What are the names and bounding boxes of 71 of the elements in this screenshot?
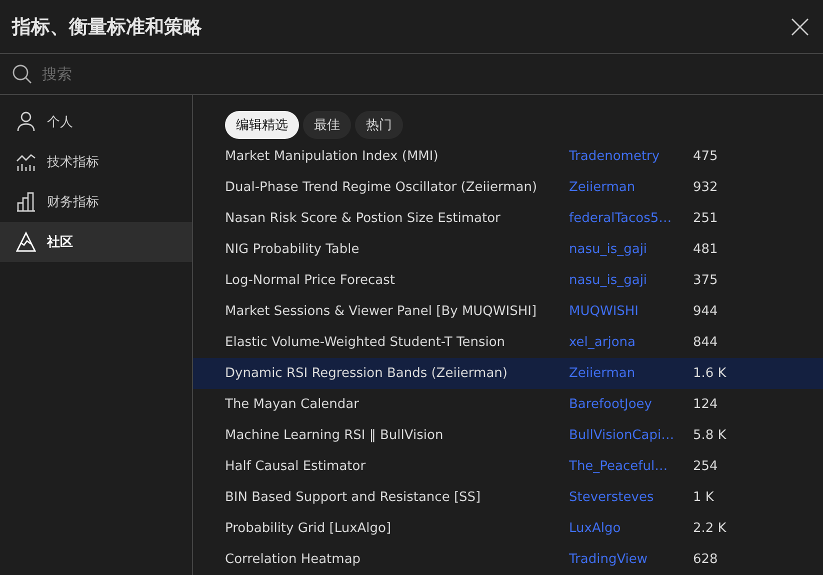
author-link[interactable]: The_Peaceful… <box>569 459 693 474</box>
window-title: 指标、衡量标准和策略 <box>12 14 202 40</box>
script-row[interactable]: NIG Probability Table nasu_is_gaji 481 <box>193 234 823 265</box>
script-name: Nasan Risk Score & Postion Size Estimator <box>225 211 502 226</box>
script-row[interactable]: Dual-Phase Trend Regime Oscillator (Zeiierman) Zeiierman 932 <box>193 172 823 203</box>
script-name: Correlation Heatmap <box>225 552 362 567</box>
sidebar-item[interactable]: 技术指标 <box>0 142 192 182</box>
community-icon <box>16 231 36 253</box>
script-row[interactable]: Machine Learning RSI ‖ BullVision BullVisionCapi… 5.8 K <box>193 420 823 451</box>
script-name: Elastic Volume-Weighted Student-T Tension <box>225 335 506 350</box>
script-name: Dual-Phase Trend Regime Oscillator (Zeiierman) <box>225 180 538 195</box>
script-name: NIG Probability Table <box>225 242 360 257</box>
likes-count: 1.6 K <box>693 366 726 381</box>
script-name: Machine Learning RSI ‖ BullVision <box>225 428 444 443</box>
person-icon <box>16 111 36 133</box>
script-name: Market Manipulation Index (MMI) <box>225 149 440 164</box>
filter-tab[interactable]: 最佳 <box>303 111 351 139</box>
likes-count: 944 <box>693 304 718 319</box>
likes-count: 251 <box>693 211 718 226</box>
likes-count: 628 <box>693 552 718 567</box>
author-link[interactable]: TradingView <box>569 552 693 567</box>
script-row[interactable]: Probability Grid [LuxAlgo] LuxAlgo 2.2 K <box>193 513 823 544</box>
script-row[interactable]: Market Sessions & Viewer Panel [By MUQWISHI] MUQWISHI 944 <box>193 296 823 327</box>
likes-count: 375 <box>693 273 718 288</box>
script-row[interactable]: BIN Based Support and Resistance [SS] Steversteves 1 K <box>193 482 823 513</box>
author-link[interactable]: Steversteves <box>569 490 693 505</box>
author-link[interactable]: LuxAlgo <box>569 521 693 536</box>
author-link[interactable]: nasu_is_gaji <box>569 242 693 257</box>
sidebar-item[interactable]: 财务指标 <box>0 182 192 222</box>
script-row[interactable]: Correlation Heatmap TradingView 628 <box>193 544 823 575</box>
likes-count: 1 K <box>693 490 714 505</box>
author-link[interactable]: Tradenometry <box>569 149 693 164</box>
close-icon <box>791 18 809 36</box>
likes-count: 481 <box>693 242 718 257</box>
script-row[interactable]: Log-Normal Price Forecast nasu_is_gaji 375 <box>193 265 823 296</box>
author-link[interactable]: federalTacos5… <box>569 211 693 226</box>
bars-icon <box>16 191 36 213</box>
likes-count: 844 <box>693 335 718 350</box>
script-row[interactable]: The Mayan Calendar BarefootJoey 124 <box>193 389 823 420</box>
script-name: Probability Grid [LuxAlgo] <box>225 521 392 536</box>
author-link[interactable]: Zeiierman <box>569 180 693 195</box>
author-link[interactable]: xel_arjona <box>569 335 693 350</box>
script-name: Dynamic RSI Regression Bands (Zeiierman) <box>225 366 508 381</box>
sidebar-item[interactable]: 个人 <box>0 102 192 142</box>
likes-count: 254 <box>693 459 718 474</box>
likes-count: 5.8 K <box>693 428 726 443</box>
filter-tab[interactable]: 热门 <box>355 111 403 139</box>
script-name: The Mayan Calendar <box>225 397 360 412</box>
script-row[interactable]: Elastic Volume-Weighted Student-T Tension xel_arjona 844 <box>193 327 823 358</box>
script-name: BIN Based Support and Resistance [SS] <box>225 490 482 505</box>
author-link[interactable]: BarefootJoey <box>569 397 693 412</box>
likes-count: 2.2 K <box>693 521 726 536</box>
author-link[interactable]: nasu_is_gaji <box>569 273 693 288</box>
author-link[interactable]: MUQWISHI <box>569 304 693 319</box>
close-button[interactable] <box>791 18 809 36</box>
script-name: Log-Normal Price Forecast <box>225 273 396 288</box>
script-name: Half Causal Estimator <box>225 459 367 474</box>
likes-count: 124 <box>693 397 718 412</box>
likes-count: 932 <box>693 180 718 195</box>
script-row[interactable]: Nasan Risk Score & Postion Size Estimator federalTacos5… 251 <box>193 203 823 234</box>
search-field[interactable]: 搜索 <box>40 64 344 84</box>
script-row[interactable]: Dynamic RSI Regression Bands (Zeiierman) Zeiierman 1.6 K <box>193 358 823 389</box>
script-row[interactable]: Half Causal Estimator The_Peaceful… 254 <box>193 451 823 482</box>
script-name: Market Sessions & Viewer Panel [By MUQWISHI] <box>225 304 538 319</box>
author-link[interactable]: BullVisionCapi… <box>569 428 693 443</box>
author-link[interactable]: Zeiierman <box>569 366 693 381</box>
sidebar-item[interactable]: 社区 <box>0 222 192 262</box>
script-row[interactable]: Market Manipulation Index (MMI) Tradenometry 475 <box>193 141 823 172</box>
search-icon <box>12 64 32 84</box>
filter-tab[interactable]: 编辑精选 <box>225 111 299 139</box>
likes-count: 475 <box>693 149 718 164</box>
